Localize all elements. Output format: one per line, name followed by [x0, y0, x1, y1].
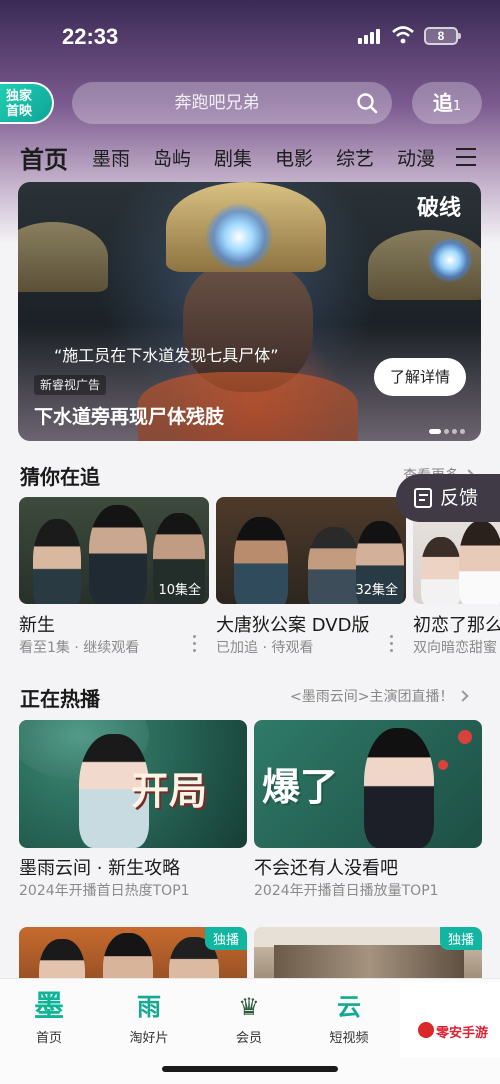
home-icon: 墨	[34, 989, 64, 1024]
nav-short-video[interactable]: 云 短视频	[309, 989, 389, 1046]
menu-icon[interactable]	[456, 148, 476, 166]
learn-more-button[interactable]: 了解详情	[374, 358, 466, 396]
wifi-icon	[392, 26, 414, 44]
hot-title: 不会还有人没看吧	[254, 858, 398, 879]
ad-tag: 新睿视广告	[34, 375, 107, 395]
more-options-icon[interactable]	[390, 635, 394, 653]
hot-thumbnail: 爆了	[254, 720, 482, 848]
following-label: 追	[432, 91, 453, 115]
nav-home-label: 首页	[35, 1031, 62, 1046]
vip-avatar-icon: ♛	[238, 993, 260, 1021]
tab-home[interactable]: 首页	[20, 140, 68, 175]
carousel-indicator	[426, 419, 465, 434]
hero-banner[interactable]: 破线 “施工员在下水道发现七具尸体” 新睿视广告 下水道旁再现尸体残肢 了解详情	[18, 182, 481, 441]
watching-title: 新生	[19, 615, 55, 636]
watching-thumbnail: 10集全	[19, 497, 209, 604]
banner-brand-logo: 破线	[416, 195, 461, 221]
episode-badge: 32集全	[355, 583, 398, 598]
watermark-text: 零安手游	[436, 1026, 489, 1041]
feedback-button[interactable]: 反馈	[396, 474, 500, 522]
search-bar[interactable]: 奔跑吧兄弟	[72, 82, 392, 124]
chevron-right-icon	[457, 690, 470, 702]
tab-movies[interactable]: 电影	[275, 144, 313, 171]
watching-thumbnail: 32集全	[216, 497, 406, 604]
hot-overlay-text: 开局	[131, 768, 208, 813]
following-button[interactable]: 追1	[412, 82, 482, 124]
category-tabs: 首页 墨雨 岛屿 剧集 电影 综艺 动漫	[0, 140, 500, 174]
banner-quote: “施工员在下水道发现七具尸体”	[54, 346, 279, 365]
watching-subtitle: 看至1集 · 继续观看	[19, 640, 140, 656]
tab-island[interactable]: 岛屿	[153, 144, 191, 171]
live-stream-link[interactable]: <墨雨云间>主演团直播！	[290, 686, 470, 706]
watermark: 零安手游	[400, 982, 500, 1058]
hot-thumbnail: 开局	[19, 720, 247, 848]
headlamp-glow-right	[428, 238, 472, 282]
watching-title: 大唐狄公案 DVD版	[216, 615, 370, 636]
nav-discover[interactable]: 雨 淘好片	[109, 989, 189, 1046]
watching-subtitle: 双向暗恋甜蜜	[413, 640, 497, 656]
more-options-icon[interactable]	[193, 635, 197, 653]
live-stream-label: <墨雨云间>主演团直播！	[290, 689, 454, 705]
hot-title: 墨雨云间 · 新生攻略	[19, 858, 181, 879]
nav-home[interactable]: 墨 首页	[9, 989, 89, 1046]
cellular-signal-icon	[358, 28, 384, 44]
watching-subtitle: 已加追 · 待观看	[216, 640, 314, 656]
feedback-label: 反馈	[440, 487, 479, 509]
banner-figure-left	[18, 222, 108, 292]
following-count: 1	[452, 99, 462, 114]
tab-variety[interactable]: 综艺	[336, 144, 374, 171]
nav-short-video-label: 短视频	[329, 1031, 369, 1046]
home-indicator[interactable]	[162, 1066, 338, 1072]
nav-vip-label: 会员	[235, 1031, 262, 1046]
headlamp-glow	[206, 204, 272, 270]
exclusive-badge: 独播	[439, 927, 482, 950]
section-title-hot: 正在热播	[20, 687, 100, 711]
exclusive-premiere-logo[interactable]: 独家 首映	[0, 82, 54, 124]
logo-text: 独家 首映	[6, 89, 33, 119]
nav-vip[interactable]: ♛ 会员	[209, 989, 289, 1046]
watching-card[interactable]: 初恋了那么 双向暗恋甜蜜	[413, 497, 500, 667]
hot-subtitle: 2024年开播首日播放量TOP1	[254, 883, 439, 899]
episode-badge: 10集全	[158, 583, 201, 598]
short-video-icon: 云	[337, 993, 361, 1021]
section-title-watching: 猜你在追	[20, 465, 100, 489]
tab-series[interactable]: 剧集	[214, 144, 252, 171]
nav-discover-label: 淘好片	[129, 1031, 169, 1046]
watching-title: 初恋了那么	[413, 615, 500, 636]
status-bar: 22:33 8	[0, 0, 500, 70]
hot-overlay-text: 爆了	[262, 764, 339, 809]
hot-subtitle: 2024年开播首日热度TOP1	[19, 883, 190, 899]
tab-moyu[interactable]: 墨雨	[92, 144, 130, 171]
discover-icon: 雨	[137, 993, 161, 1021]
battery-icon: 8	[424, 27, 461, 45]
clock: 22:33	[62, 24, 119, 49]
exclusive-badge: 独播	[204, 927, 247, 950]
banner-title: 下水道旁再现尸体残肢	[34, 406, 225, 428]
search-placeholder: 奔跑吧兄弟	[174, 93, 260, 113]
tab-anime[interactable]: 动漫	[397, 144, 435, 171]
feedback-icon	[414, 488, 432, 508]
watermark-logo-icon	[418, 1022, 434, 1038]
search-icon[interactable]	[356, 92, 378, 114]
